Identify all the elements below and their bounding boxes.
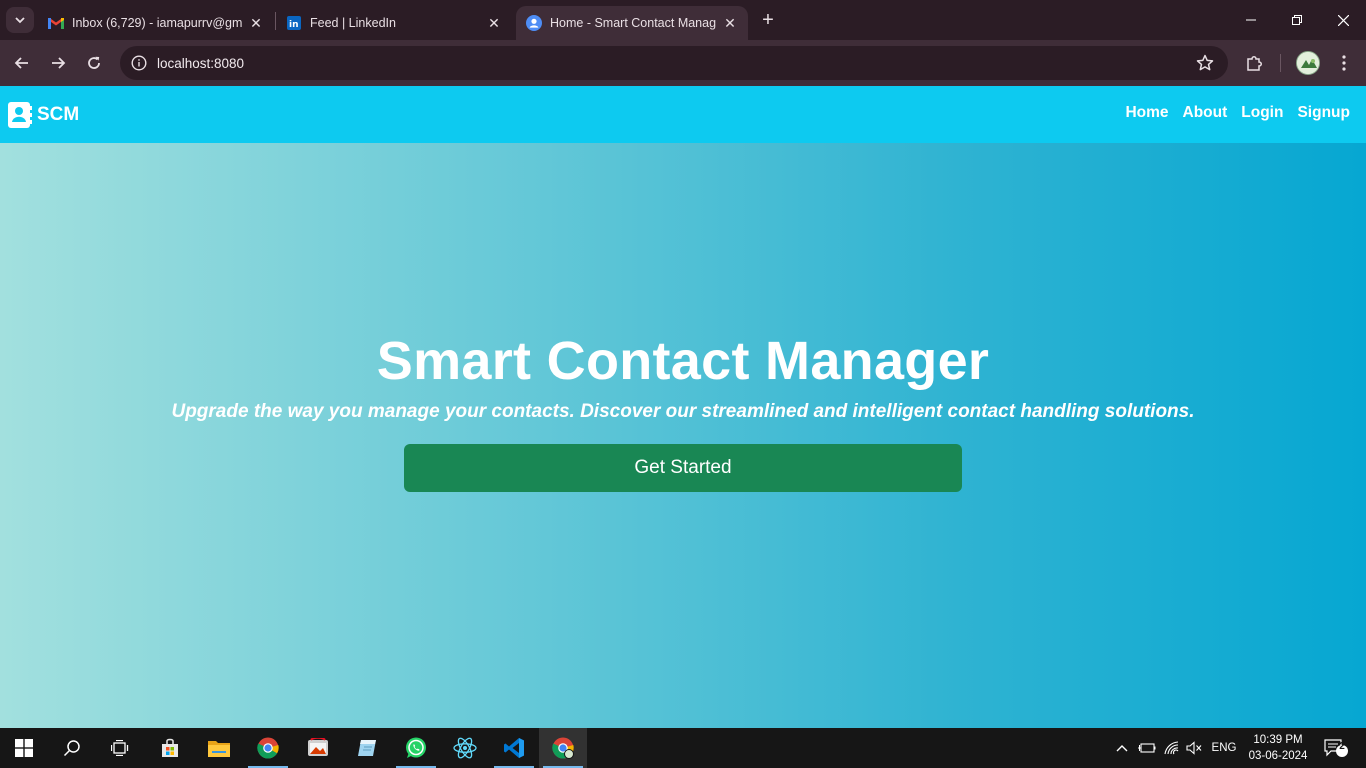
new-tab-button[interactable]: + — [756, 8, 780, 32]
profile-avatar[interactable] — [1296, 51, 1320, 75]
clock-date: 03-06-2024 — [1248, 750, 1308, 762]
close-icon — [1337, 14, 1349, 26]
task-view-button[interactable] — [96, 728, 144, 768]
chevron-up-icon — [1116, 745, 1128, 752]
arrow-right-icon — [52, 57, 66, 69]
whatsapp-icon — [406, 737, 426, 758]
linkedin-icon: in — [286, 15, 302, 31]
restore-icon — [1292, 15, 1302, 25]
store-bag-icon — [162, 738, 178, 757]
brand-text: SCM — [37, 104, 80, 125]
clock[interactable]: 10:39 PM 03-06-2024 — [1244, 732, 1312, 764]
browser-tab-bar: Inbox (6,729) - iamapurrv@gmail.com - Gm… — [0, 0, 1366, 40]
get-started-button[interactable]: Get Started — [404, 444, 962, 492]
minimize-icon — [1246, 19, 1256, 21]
close-window-button[interactable] — [1320, 0, 1366, 40]
tab-title: Home - Smart Contact Manager — [550, 16, 716, 30]
chrome-icon — [257, 737, 279, 759]
chrome-profile-icon — [552, 737, 574, 759]
notes-app-button[interactable] — [343, 728, 391, 768]
search-icon — [63, 740, 80, 757]
nav-link-login[interactable]: Login — [1241, 104, 1283, 122]
close-icon[interactable]: ✕ — [486, 15, 502, 31]
avatar-icon — [1297, 52, 1319, 74]
notes-icon — [358, 740, 376, 756]
folder-icon — [208, 741, 230, 757]
start-button[interactable] — [0, 728, 48, 768]
reload-button[interactable] — [80, 49, 108, 77]
url-text[interactable]: localhost:8080 — [157, 56, 244, 71]
hero-title: Smart Contact Manager — [376, 331, 990, 391]
more-vertical-icon — [1342, 55, 1346, 71]
photo-viewer-button[interactable] — [294, 728, 342, 768]
svg-text:in: in — [289, 20, 299, 30]
whatsapp-button[interactable] — [392, 728, 440, 768]
vscode-button[interactable] — [490, 728, 538, 768]
address-bar[interactable]: localhost:8080 — [120, 46, 1228, 80]
photos-icon — [308, 738, 328, 756]
puzzle-icon — [1247, 56, 1262, 71]
battery-button[interactable] — [1136, 728, 1158, 768]
reload-icon — [88, 56, 100, 69]
react-atom-icon — [453, 737, 477, 759]
nav-link-home[interactable]: Home — [1125, 104, 1168, 122]
vscode-icon — [504, 738, 524, 758]
tab-linkedin[interactable]: in Feed | LinkedIn ✕ — [276, 6, 512, 40]
nav-link-signup[interactable]: Signup — [1297, 104, 1350, 122]
taskbar-search-button[interactable] — [48, 728, 96, 768]
web-page: SCM Home About Login Signup Smart Contac… — [0, 86, 1366, 728]
extensions-button[interactable] — [1240, 49, 1268, 77]
show-hidden-icons-button[interactable] — [1112, 728, 1132, 768]
file-explorer-button[interactable] — [195, 728, 243, 768]
menu-button[interactable] — [1330, 49, 1358, 77]
close-icon[interactable]: ✕ — [722, 15, 738, 31]
nav-links: Home About Login Signup — [1125, 104, 1350, 122]
chrome-active-window-button[interactable] — [539, 728, 587, 768]
bookmark-star-icon[interactable] — [1196, 54, 1214, 77]
browser-toolbar: localhost:8080 — [0, 40, 1366, 86]
arrow-left-icon — [14, 57, 28, 69]
site-info-icon[interactable] — [122, 46, 156, 80]
nav-link-about[interactable]: About — [1183, 104, 1228, 122]
language-indicator[interactable]: ENG — [1208, 728, 1240, 768]
notification-count: 2 — [1339, 741, 1345, 752]
windows-taskbar: ENG 10:39 PM 03-06-2024 2 — [0, 728, 1366, 768]
volume-button[interactable] — [1183, 728, 1205, 768]
close-icon[interactable]: ✕ — [248, 15, 264, 31]
tab-search-button[interactable] — [6, 7, 34, 33]
hero-section: Smart Contact Manager Upgrade the way yo… — [0, 329, 1366, 423]
wifi-icon — [1164, 741, 1179, 755]
volume-muted-icon — [1186, 741, 1202, 755]
clock-time: 10:39 PM — [1253, 734, 1303, 746]
gmail-icon — [48, 15, 64, 31]
react-app-button[interactable] — [441, 728, 489, 768]
site-navbar: SCM Home About Login Signup — [0, 86, 1366, 143]
chevron-down-icon — [15, 17, 25, 24]
tab-scm-home[interactable]: Home - Smart Contact Manager ✕ — [516, 6, 748, 40]
network-button[interactable] — [1161, 728, 1183, 768]
scm-user-icon — [526, 15, 542, 31]
windows-logo-icon — [15, 739, 33, 757]
microsoft-store-button[interactable] — [146, 728, 194, 768]
task-view-icon — [111, 740, 129, 756]
tab-title: Inbox (6,729) - iamapurrv@gmail.com - Gm… — [72, 16, 242, 30]
toolbar-divider — [1280, 54, 1281, 72]
forward-button[interactable] — [44, 49, 72, 77]
back-button[interactable] — [8, 49, 36, 77]
brand-link[interactable]: SCM — [8, 101, 79, 129]
chrome-taskbar-button[interactable] — [244, 728, 292, 768]
hero-tagline: Upgrade the way you manage your contacts… — [171, 401, 1195, 422]
notification-center-button[interactable]: 2 — [1316, 728, 1356, 768]
minimize-button[interactable] — [1228, 0, 1274, 40]
tab-gmail[interactable]: Inbox (6,729) - iamapurrv@gmail.com - Gm… — [38, 6, 274, 40]
battery-charging-icon — [1138, 743, 1156, 753]
restore-button[interactable] — [1274, 0, 1320, 40]
contact-card-icon — [8, 102, 32, 128]
tab-title: Feed | LinkedIn — [310, 16, 396, 30]
